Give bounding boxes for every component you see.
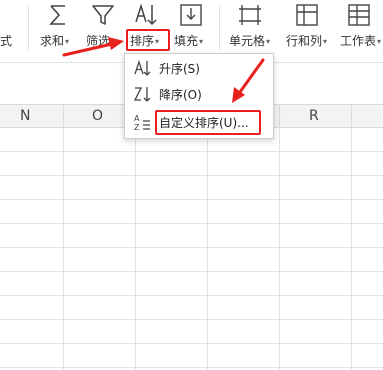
worksheet-grid[interactable]	[0, 128, 383, 370]
menu-item-ascending-label: 升序(S)	[159, 62, 200, 76]
column-header-n[interactable]: N	[20, 108, 30, 124]
sum-icon	[49, 5, 65, 25]
sum-label: 求和	[40, 34, 65, 48]
column-divider	[279, 104, 280, 128]
menu-item-ascending[interactable]: 升序(S)	[125, 56, 273, 80]
column-header-o[interactable]: O	[92, 108, 103, 124]
sort-ascending-icon	[134, 59, 151, 76]
ribbon-separator	[219, 6, 220, 50]
chevron-down-icon: ▾	[111, 37, 116, 46]
menu-item-descending[interactable]: 降序(O)	[125, 82, 273, 106]
menu-item-descending-label: 降序(O)	[159, 88, 202, 102]
sum-button[interactable]: 求和▾	[38, 0, 80, 60]
fill-button[interactable]: 填充▾	[172, 0, 214, 60]
chevron-down-icon: ▾	[65, 37, 70, 46]
column-divider	[351, 104, 352, 128]
ribbon-separator	[28, 6, 29, 50]
chevron-down-icon: ▾	[266, 37, 271, 46]
sort-descending-icon	[133, 87, 151, 102]
sort-icon	[135, 3, 157, 26]
cell-icon	[239, 5, 261, 25]
formula-label: 式	[0, 34, 13, 48]
filter-label: 筛选	[86, 34, 111, 48]
fill-label: 填充	[174, 34, 199, 48]
worksheet-label: 工作表	[340, 34, 377, 48]
custom-sort-icon: A Z	[134, 114, 150, 131]
chevron-down-icon: ▾	[323, 37, 328, 46]
rows-columns-icon	[296, 4, 318, 26]
chevron-down-icon: ▾	[199, 37, 204, 46]
filter-icon	[92, 5, 114, 25]
formula-button[interactable]: 式	[0, 0, 22, 60]
svg-text:Z: Z	[134, 123, 140, 131]
sort-button-highlight	[126, 29, 170, 51]
cell-button[interactable]: 单元格▾	[227, 0, 277, 60]
chevron-down-icon: ▾	[377, 37, 382, 46]
rows-columns-label: 行和列	[286, 34, 323, 48]
custom-sort-highlight	[155, 110, 261, 135]
worksheet-button[interactable]: 工作表▾	[338, 0, 383, 60]
filter-button[interactable]: 筛选▾	[84, 0, 126, 60]
worksheet-icon	[348, 4, 370, 26]
column-divider	[63, 104, 64, 128]
cell-label: 单元格	[229, 34, 266, 48]
svg-text:A: A	[134, 114, 140, 123]
column-header-r[interactable]: R	[309, 108, 319, 124]
rows-columns-button[interactable]: 行和列▾	[284, 0, 334, 60]
fill-down-icon	[180, 4, 202, 26]
